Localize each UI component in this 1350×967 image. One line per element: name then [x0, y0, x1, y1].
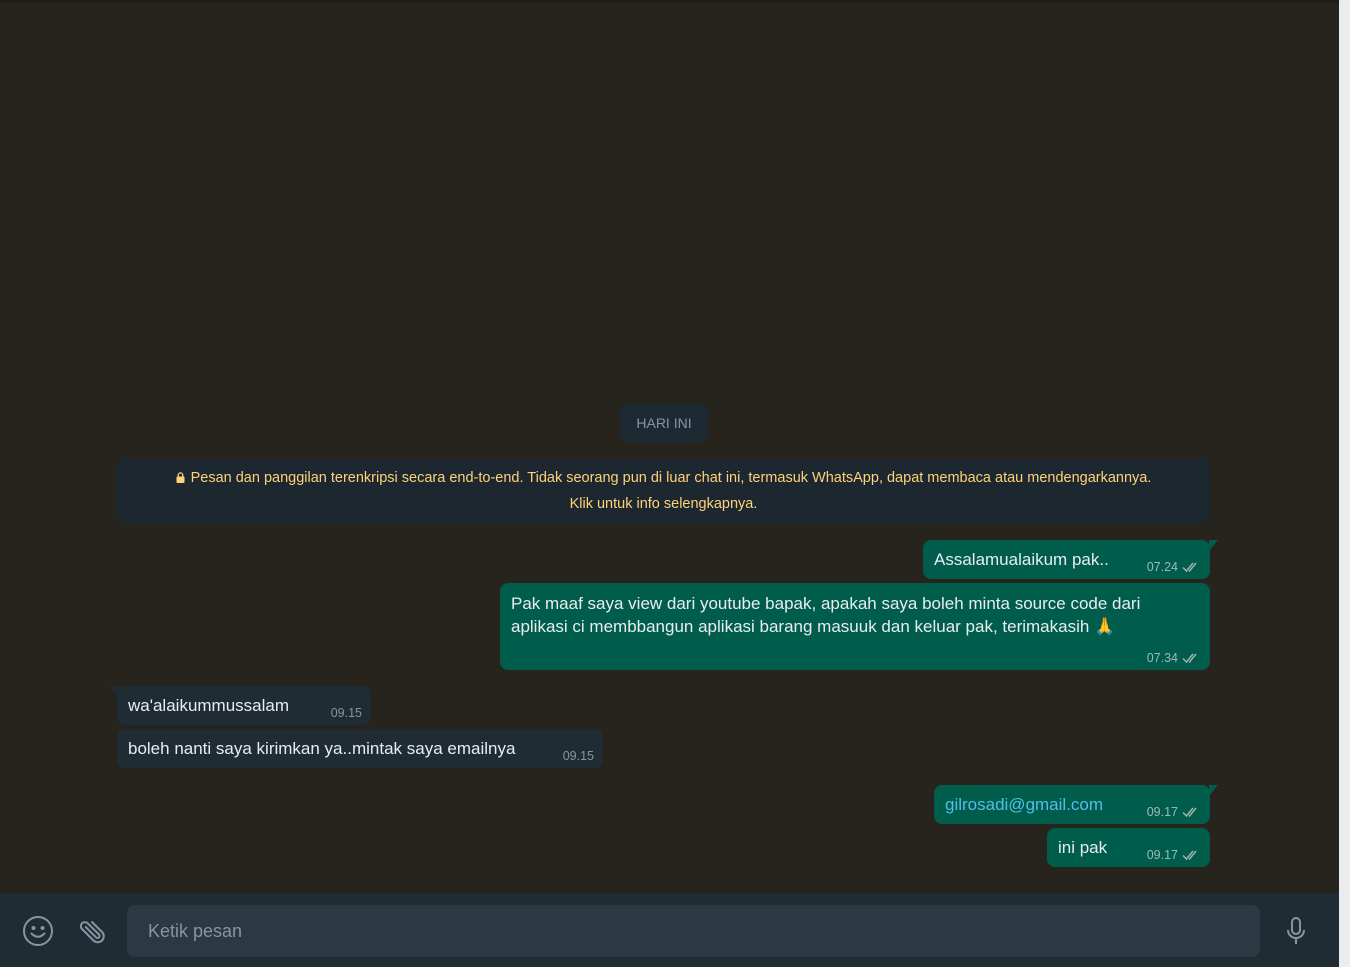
message-text: boleh nanti saya kirimkan ya..mintak say… — [128, 739, 516, 758]
message-time: 07.34 — [1146, 651, 1178, 665]
message-incoming[interactable]: boleh nanti saya kirimkan ya..mintak say… — [117, 729, 603, 768]
paperclip-icon — [79, 921, 105, 944]
message-time: 09.17 — [1146, 848, 1178, 862]
encryption-notice-line1: Pesan dan panggilan terenkripsi secara e… — [117, 465, 1210, 491]
message-input[interactable]: Ketik pesan — [127, 905, 1260, 957]
double-check-icon — [1182, 653, 1197, 664]
bubble-tail — [1209, 540, 1218, 551]
message-meta: 09.15 — [331, 706, 362, 720]
smiley-icon — [23, 916, 53, 946]
message-time: 07.24 — [1146, 560, 1178, 574]
microphone-icon — [1287, 917, 1305, 944]
message-input-placeholder: Ketik pesan — [148, 920, 243, 941]
email-link[interactable]: gilrosadi@gmail.com — [945, 793, 1103, 816]
message-time: 09.17 — [1146, 805, 1178, 819]
encryption-notice-line2: Klik untuk info selengkapnya. — [569, 496, 758, 512]
message-line2: aplikasi ci membbangun aplikasi barang m… — [511, 617, 1116, 636]
message-outgoing[interactable]: Pak maaf saya view dari youtube bapak, a… — [500, 583, 1210, 670]
lock-icon — [176, 472, 185, 483]
message-outgoing[interactable]: gilrosadi@gmail.com 09.17 — [934, 785, 1218, 824]
message-meta: 09.15 — [563, 749, 594, 763]
message-meta: 07.34 — [1147, 651, 1200, 665]
date-divider-label: HARI INI — [636, 415, 692, 431]
date-divider: HARI INI — [620, 404, 708, 442]
double-check-icon — [1182, 807, 1197, 818]
message-text: Pak maaf saya view dari youtube bapak, a… — [511, 592, 1140, 638]
window-right-edge — [1339, 0, 1350, 967]
message-meta: 09.17 — [1147, 805, 1200, 819]
message-outgoing[interactable]: Assalamualaikum pak.. 07.24 — [923, 540, 1218, 579]
emoji-button[interactable] — [21, 914, 55, 948]
bubble-tail — [109, 686, 118, 697]
message-text: ini pak — [1058, 838, 1108, 857]
header-edge — [0, 0, 1339, 3]
message-outgoing[interactable]: ini pak 09.17 — [1047, 828, 1210, 867]
double-check-icon — [1182, 562, 1197, 573]
voice-message-button[interactable] — [1280, 914, 1312, 948]
message-text: wa'alaikummussalam — [128, 696, 290, 715]
message-line1: Pak maaf saya view dari youtube bapak, a… — [511, 594, 1141, 613]
encryption-notice[interactable]: Pesan dan panggilan terenkripsi secara e… — [117, 459, 1210, 523]
encryption-notice-text: Pesan dan panggilan terenkripsi secara e… — [190, 470, 1152, 486]
message-composer: Ketik pesan — [0, 893, 1339, 967]
double-check-icon — [1182, 850, 1197, 861]
message-incoming[interactable]: wa'alaikummussalam 09.15 — [109, 686, 371, 725]
message-time: 09.15 — [562, 749, 594, 763]
bubble-tail — [1209, 785, 1218, 796]
message-text: Assalamualaikum pak.. — [934, 550, 1109, 569]
chat-panel: HARI INI Pesan dan panggilan terenkripsi… — [0, 0, 1339, 967]
attach-button[interactable] — [73, 914, 107, 948]
message-meta: 09.17 — [1147, 848, 1200, 862]
message-meta: 07.24 — [1147, 560, 1200, 574]
message-time: 09.15 — [330, 706, 362, 720]
